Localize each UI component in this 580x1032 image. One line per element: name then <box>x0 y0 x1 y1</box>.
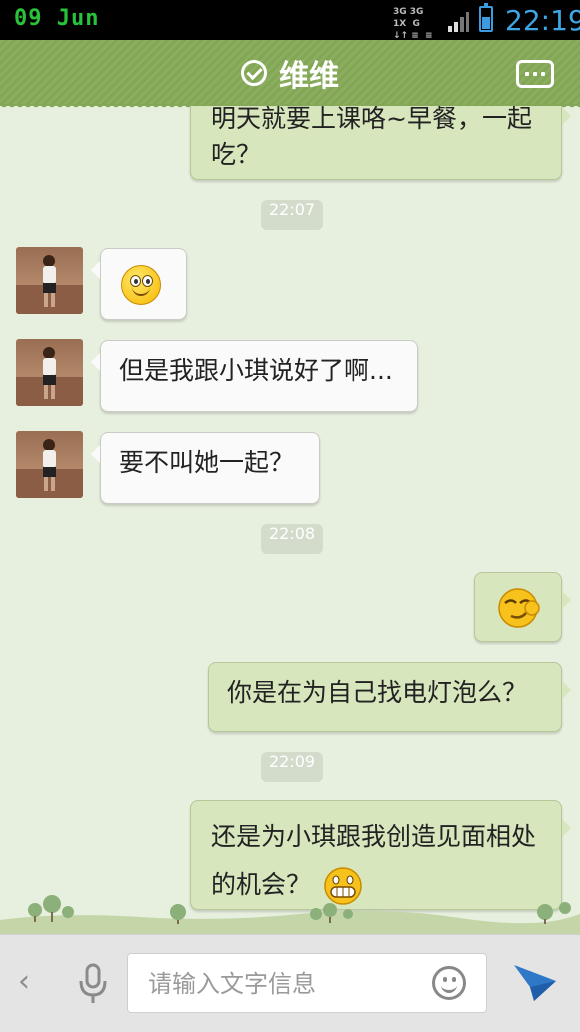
message-text: 还是为小琪跟我创造见面相处的机会？ <box>211 822 537 899</box>
message-text: 但是我跟小琪说好了啊... <box>119 356 393 385</box>
status-date: 09 Jun <box>14 6 100 31</box>
background-scenery <box>0 895 580 934</box>
message-bubble-incoming[interactable] <box>91 248 187 320</box>
contact-avatar[interactable] <box>16 339 83 406</box>
contact-avatar[interactable] <box>16 247 83 314</box>
smiley-face-icon[interactable] <box>432 966 466 1000</box>
ellipsis-dot <box>533 72 537 76</box>
contact-name: 维维 <box>279 59 339 94</box>
check-circle-icon <box>241 60 267 86</box>
send-paper-plane-icon[interactable] <box>512 961 558 1003</box>
network-indicator-icon: 3G 3G 1X G ↓↑ ≡ ≡ <box>393 7 433 41</box>
message-input[interactable] <box>146 954 420 1014</box>
status-bar: 09 Jun 3G 3G 1X G ↓↑ ≡ ≡ 22:19 <box>0 0 580 41</box>
message-text: 你是在为自己找电灯泡么？ <box>227 678 528 707</box>
message-timestamp: 22:09 <box>261 752 324 782</box>
message-bubble-incoming[interactable]: 要不叫她一起？ <box>91 432 320 504</box>
chevron-left-icon[interactable]: ‹ <box>18 967 40 997</box>
message-timestamp: 22:07 <box>261 200 324 230</box>
header-title-group: 维维 <box>0 40 580 106</box>
smug-emoji-icon <box>498 588 540 628</box>
signal-strength-icon <box>448 12 469 32</box>
battery-level-fill <box>482 17 490 29</box>
message-text: 要不叫她一起？ <box>119 448 295 477</box>
avatar-photo <box>16 347 83 406</box>
chat-menu-button[interactable] <box>516 60 554 88</box>
chat-header: 维维 <box>0 40 580 110</box>
message-input-bar: ‹ <box>0 934 580 1032</box>
chat-message-list[interactable]: 明天就要上课咯~早餐，一起吃？ 22:07 但是我跟小琪说好了啊... 要不叫她… <box>0 106 580 934</box>
avatar-photo <box>16 255 83 314</box>
smile-emoji-icon <box>121 265 161 305</box>
battery-icon <box>479 3 493 32</box>
message-bubble-incoming[interactable]: 但是我跟小琪说好了啊... <box>91 340 418 412</box>
status-time: 22:19 <box>505 4 580 37</box>
ellipsis-dot <box>525 72 529 76</box>
microphone-icon[interactable] <box>78 963 108 1005</box>
avatar-photo <box>16 439 83 498</box>
ellipsis-dot <box>541 72 545 76</box>
message-bubble-outgoing[interactable]: 明天就要上课咯~早餐，一起吃？ <box>190 106 571 180</box>
contact-avatar[interactable] <box>16 431 83 498</box>
message-input-box[interactable] <box>127 953 487 1014</box>
message-bubble-outgoing[interactable]: 你是在为自己找电灯泡么？ <box>208 662 571 732</box>
message-text: 明天就要上课咯~早餐，一起吃？ <box>211 106 532 169</box>
message-bubble-outgoing[interactable] <box>474 572 571 642</box>
message-timestamp: 22:08 <box>261 524 324 554</box>
